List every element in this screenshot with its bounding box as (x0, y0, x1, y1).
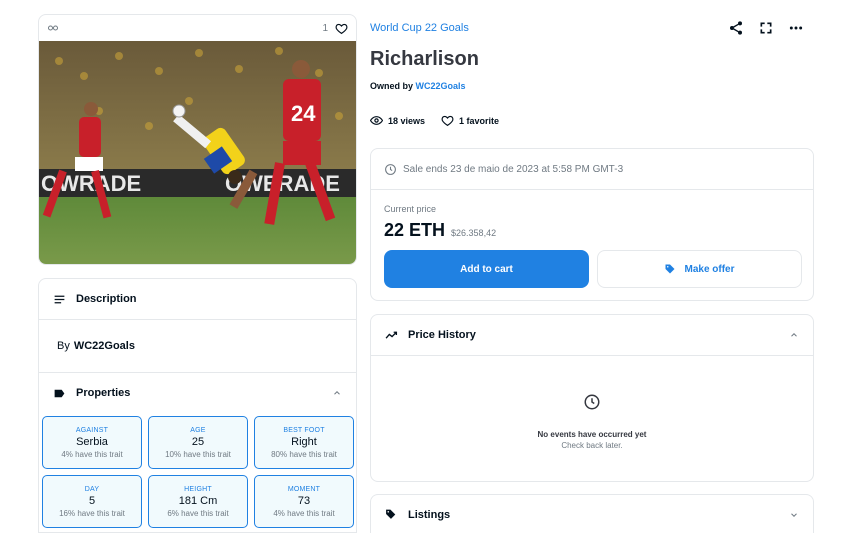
item-actions (728, 20, 804, 36)
price-label: Current price (384, 204, 437, 214)
fullscreen-icon[interactable] (758, 20, 774, 36)
price-row: 22 ETH $26.358,42 (384, 220, 496, 241)
trait-card[interactable]: DAY 5 16% have this trait (42, 475, 142, 528)
description-title: Description (76, 293, 137, 305)
trait-card[interactable]: AGAINST Serbia 4% have this trait (42, 416, 142, 469)
owned-by: Owned by WC22Goals (370, 81, 466, 91)
description-panel: Description By WC22Goals Properties AGAI… (38, 278, 357, 533)
clock-icon (385, 163, 396, 175)
trait-type: HEIGHT (184, 485, 212, 493)
tag-icon (665, 264, 675, 274)
empty-title: No events have occurred yet (537, 430, 647, 439)
views-stat: 18 views (370, 114, 425, 127)
trait-value: 73 (297, 494, 311, 507)
tags-icon (386, 509, 396, 519)
listings-panel: Listings (370, 494, 814, 533)
collection-link[interactable]: World Cup 22 Goals (370, 22, 469, 34)
trait-type: AGAINST (75, 426, 109, 434)
trait-card[interactable]: AGE 25 10% have this trait (148, 416, 248, 469)
media-header: 1 (39, 15, 356, 41)
favorites-count: 1 favorite (459, 115, 500, 126)
trait-value: 25 (191, 435, 205, 448)
owned-by-prefix: Owned by (370, 81, 414, 91)
empty-state: No events have occurred yet Check back l… (371, 393, 813, 450)
description-header[interactable]: Description (39, 279, 356, 320)
trait-rarity: 80% have this trait (271, 449, 337, 459)
trait-card[interactable]: MOMENT 73 4% have this trait (254, 475, 354, 528)
current-price: 22 ETH (384, 220, 446, 240)
make-offer-button[interactable]: Make offer (597, 250, 802, 288)
trait-grid: AGAINST Serbia 4% have this trait AGE 25… (42, 416, 354, 528)
trait-card[interactable]: HEIGHT 181 Cm 6% have this trait (148, 475, 248, 528)
trait-value: 5 (88, 494, 96, 507)
trait-rarity: 16% have this trait (59, 508, 125, 518)
add-to-cart-button[interactable]: Add to cart (384, 250, 589, 288)
trait-rarity: 4% have this trait (273, 508, 335, 518)
chevron-up-icon[interactable] (332, 388, 342, 398)
owner-link[interactable]: WC22Goals (416, 81, 466, 91)
trending-icon (385, 331, 398, 339)
eye-icon (370, 116, 383, 125)
clock-icon (584, 394, 600, 410)
item-title: Richarlison (370, 48, 479, 70)
media-card: 1 OWRADE OWERADE 24 (38, 14, 357, 265)
empty-subtitle: Check back later. (561, 441, 623, 450)
fiat-price: $26.358,42 (451, 228, 497, 238)
heart-icon (441, 115, 454, 127)
trait-rarity: 6% have this trait (167, 508, 229, 518)
description-body: By WC22Goals (39, 320, 356, 373)
listings-title: Listings (408, 508, 451, 521)
trait-card[interactable]: BEST FOOT Right 80% have this trait (254, 416, 354, 469)
more-icon[interactable] (788, 20, 804, 36)
favorites-stat[interactable]: 1 favorite (441, 114, 499, 127)
price-history-panel: Price History No events have occurred ye… (370, 314, 814, 482)
creator-name[interactable]: WC22Goals (74, 340, 135, 352)
properties-header[interactable]: Properties (39, 373, 356, 413)
trait-type: MOMENT (287, 485, 321, 493)
label-icon (54, 389, 65, 397)
favorite-control[interactable]: 1 (322, 22, 348, 35)
item-stats: 18 views 1 favorite (370, 114, 499, 127)
chain-icon (48, 25, 58, 31)
heart-icon[interactable] (335, 22, 348, 35)
trait-type: AGE (190, 426, 206, 434)
menu-lines-icon (54, 295, 65, 303)
trait-type: DAY (84, 485, 100, 493)
by-prefix: By (57, 340, 70, 352)
trait-value: Right (291, 435, 317, 448)
views-count: 18 views (388, 115, 426, 126)
trait-value: 181 Cm (178, 494, 218, 507)
share-icon[interactable] (728, 20, 744, 36)
favorite-count: 1 (322, 22, 328, 34)
nft-image[interactable]: OWRADE OWERADE 24 (39, 41, 357, 265)
trait-rarity: 10% have this trait (165, 449, 231, 459)
trait-rarity: 4% have this trait (61, 449, 123, 459)
chevron-up-icon[interactable] (789, 330, 799, 340)
price-history-header[interactable]: Price History (371, 315, 813, 356)
sale-panel: Sale ends 23 de maio de 2023 at 5:58 PM … (370, 148, 814, 301)
properties-title: Properties (76, 387, 131, 399)
price-history-title: Price History (408, 329, 476, 341)
chevron-down-icon[interactable] (789, 510, 799, 520)
trait-type: BEST FOOT (283, 426, 325, 434)
listings-header[interactable]: Listings (371, 495, 813, 533)
sale-header: Sale ends 23 de maio de 2023 at 5:58 PM … (371, 149, 813, 190)
trait-value: Serbia (76, 435, 108, 448)
sale-ends-text: Sale ends 23 de maio de 2023 at 5:58 PM … (403, 163, 624, 175)
svg-text:24: 24 (291, 101, 316, 126)
make-offer-label: Make offer (684, 263, 735, 275)
